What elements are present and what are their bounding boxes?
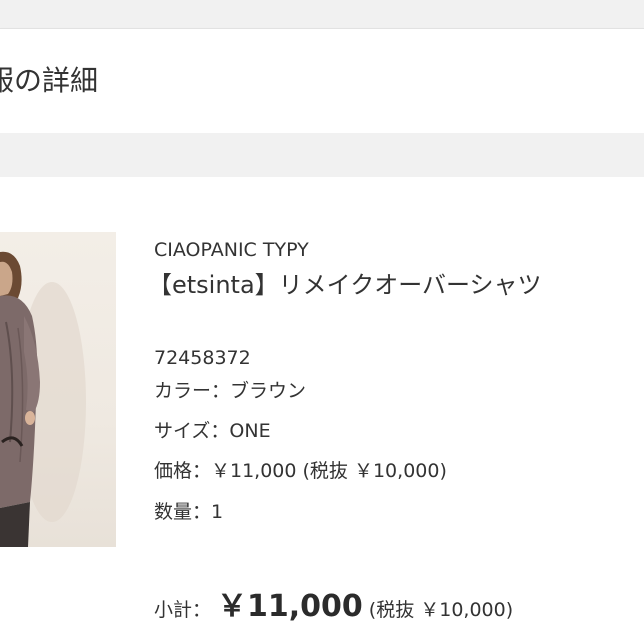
quantity-attribute: 数量：1 [154, 501, 224, 523]
subtotal-tax-note: (税抜 ￥10,000) [368, 599, 514, 621]
product-image[interactable] [0, 232, 116, 547]
subtotal: 小計： ￥11,000 (税抜 ￥10,000) [154, 581, 513, 625]
subtotal-label: 小計： [154, 599, 212, 621]
order-item-card: CIAOPANIC TYPY 【etsinta】リメイクオーバーシャツ 7245… [0, 177, 644, 644]
page-header: 服の詳細 [0, 28, 644, 134]
section-divider [0, 133, 644, 177]
product-name-text[interactable]: 【etsinta】リメイクオーバーシャツ [148, 271, 541, 299]
brand-name[interactable]: CIAOPANIC TYPY [154, 237, 309, 263]
price-attribute: 価格：￥11,000 (税抜 ￥10,000) [154, 460, 447, 482]
page-title-text: 服の詳細 [0, 64, 99, 97]
page-title: 服の詳細 [0, 63, 644, 99]
size-attribute: サイズ：ONE [154, 420, 271, 442]
color-attribute: カラー：ブラウン [154, 380, 307, 402]
product-name[interactable]: 【etsinta】リメイクオーバーシャツ [148, 269, 541, 301]
item-number: 72458372 [154, 347, 251, 369]
top-strip [0, 0, 644, 28]
product-photo-icon [0, 251, 86, 547]
subtotal-amount: ￥11,000 [217, 589, 363, 624]
